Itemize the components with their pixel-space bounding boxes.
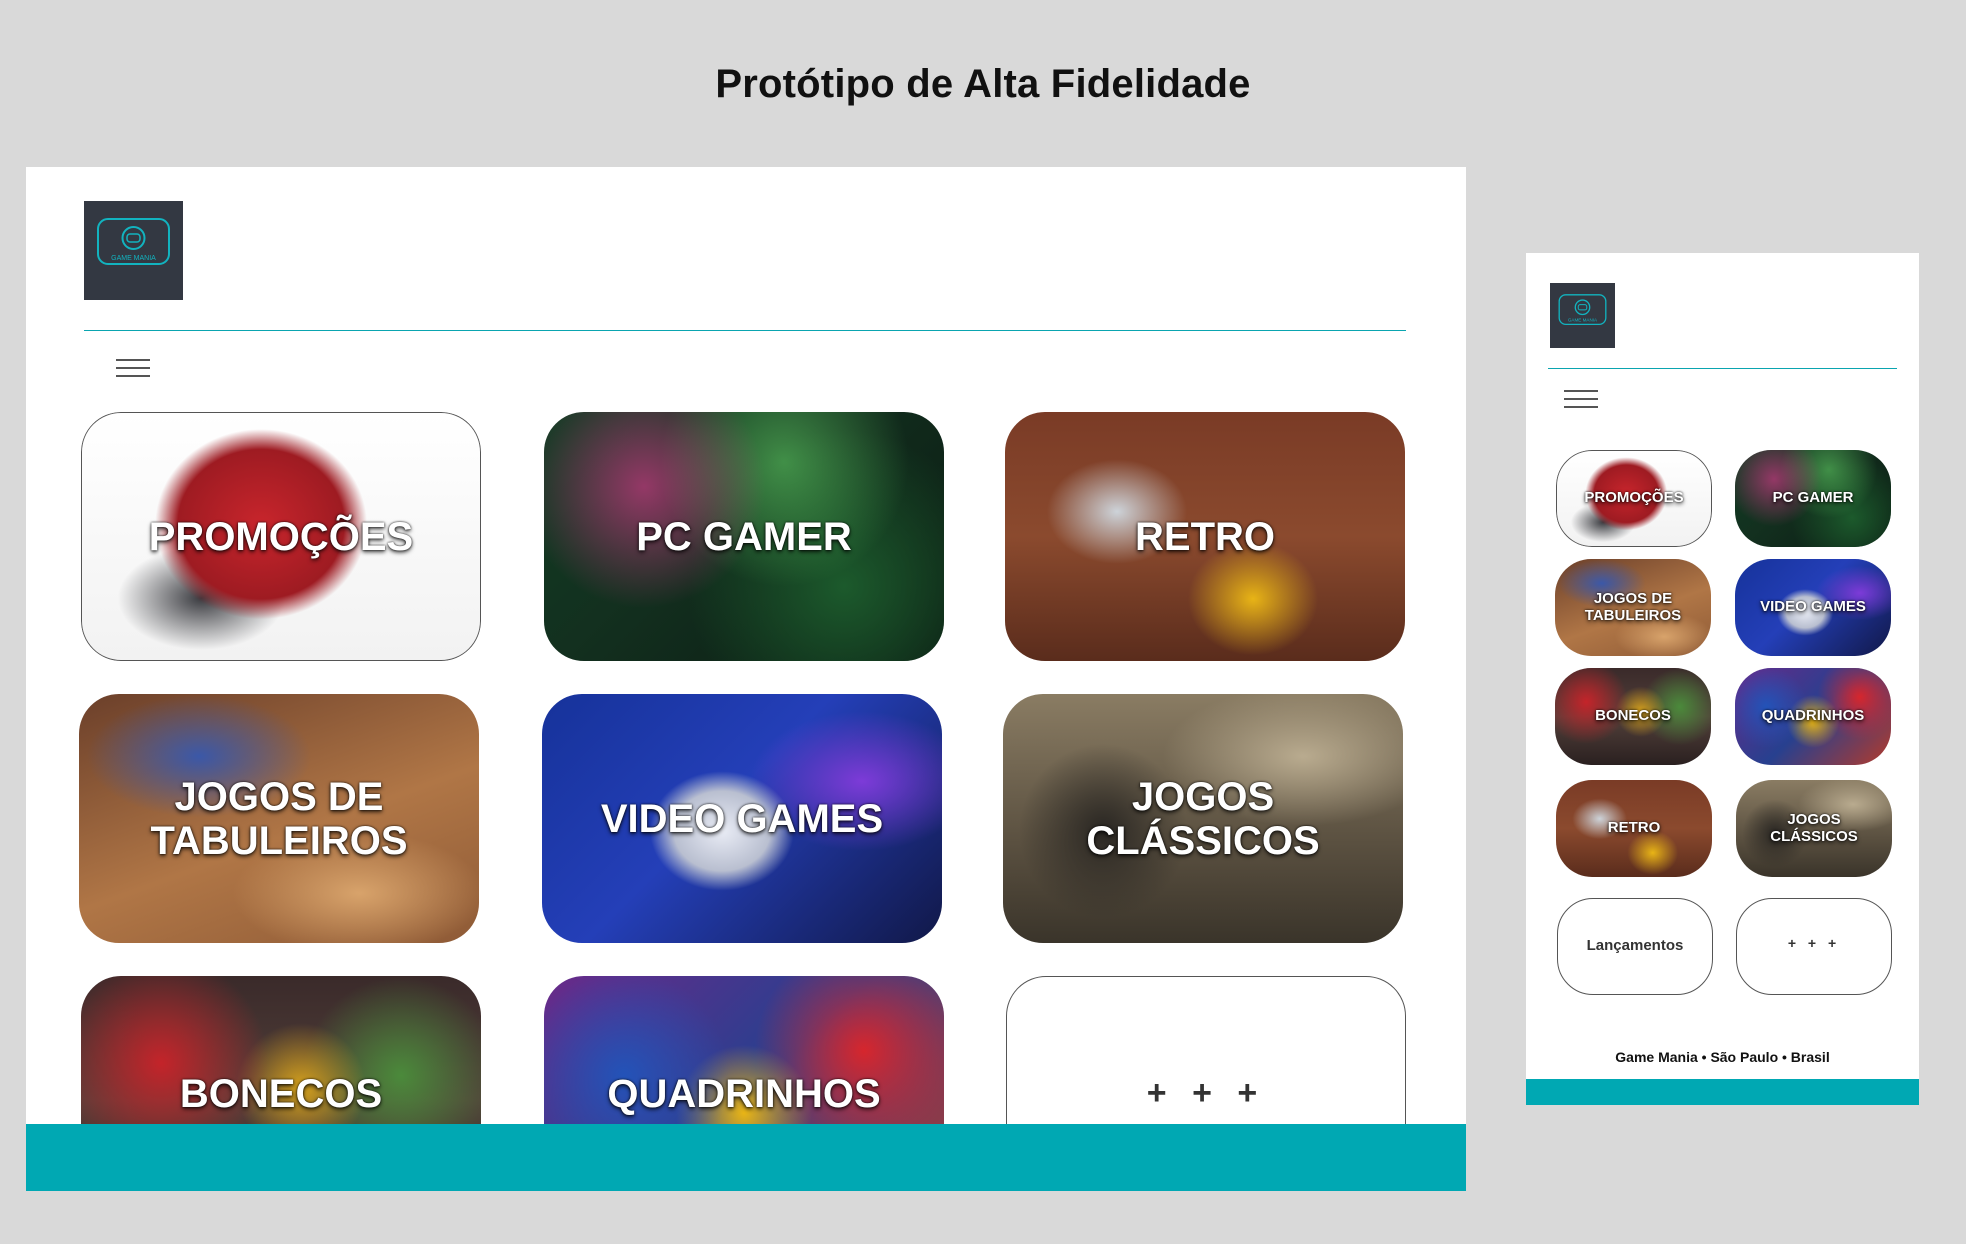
tile-mais[interactable]: + + +: [1736, 898, 1892, 995]
tile-label: JOGOS CLÁSSICOS: [1086, 774, 1320, 863]
tile-classicos[interactable]: JOGOS CLÁSSICOS: [1003, 694, 1403, 943]
desktop-frame: GAME MANIA PROMOÇÕES PC GAMER RETRO JOGO…: [26, 167, 1466, 1191]
tile-label: RETRO: [1607, 819, 1661, 837]
logo-text: GAME MANIA: [1568, 318, 1598, 323]
tile-label: VIDEO GAMES: [1760, 598, 1866, 616]
footer-text: Game Mania • São Paulo • Brasil: [1615, 1049, 1830, 1065]
header-divider: [84, 330, 1406, 331]
page-title: Protótipo de Alta Fidelidade: [715, 62, 1251, 106]
tile-label: Lançamentos: [1586, 937, 1684, 955]
footer-bar: [1526, 1079, 1919, 1105]
tile-promocoes[interactable]: PROMOÇÕES: [81, 412, 481, 661]
tile-videogames[interactable]: VIDEO GAMES: [1735, 559, 1891, 656]
logo[interactable]: GAME MANIA: [84, 201, 183, 300]
tile-label: PROMOÇÕES: [148, 514, 414, 559]
tile-pcgamer[interactable]: PC GAMER: [544, 412, 944, 661]
tile-retro[interactable]: RETRO: [1556, 780, 1712, 877]
tile-label: JOGOS DE TABULEIROS: [150, 774, 408, 863]
tile-label: PC GAMER: [636, 514, 852, 559]
tile-label: QUADRINHOS: [1761, 707, 1865, 725]
game-mania-logo-icon: GAME MANIA: [84, 201, 183, 300]
logo[interactable]: GAME MANIA: [1550, 283, 1615, 348]
tile-tabuleiros[interactable]: JOGOS DE TABULEIROS: [1555, 559, 1711, 656]
tile-retro[interactable]: RETRO: [1005, 412, 1405, 661]
hamburger-menu-icon[interactable]: [116, 359, 150, 379]
tile-label: PROMOÇÕES: [1584, 489, 1684, 507]
mobile-frame: GAME MANIA PROMOÇÕES PC GAMER JOGOS DE T…: [1526, 253, 1919, 1105]
tile-tabuleiros[interactable]: JOGOS DE TABULEIROS: [79, 694, 479, 943]
header-divider: [1548, 368, 1897, 369]
tile-label: RETRO: [1135, 514, 1275, 559]
game-mania-logo-icon: GAME MANIA: [1550, 283, 1615, 348]
tile-pcgamer[interactable]: PC GAMER: [1735, 450, 1891, 547]
tile-label: VIDEO GAMES: [600, 796, 884, 841]
more-plus-icon: + + +: [1787, 934, 1841, 951]
footer-bar: [26, 1124, 1466, 1191]
tile-promocoes[interactable]: PROMOÇÕES: [1556, 450, 1712, 547]
hamburger-menu-icon[interactable]: [1564, 390, 1598, 408]
tile-label: JOGOS DE TABULEIROS: [1584, 590, 1682, 624]
tile-lancamentos[interactable]: Lançamentos: [1557, 898, 1713, 995]
tile-classicos[interactable]: JOGOS CLÁSSICOS: [1736, 780, 1892, 877]
tile-quadrinhos[interactable]: QUADRINHOS: [1735, 668, 1891, 765]
logo-text: GAME MANIA: [111, 255, 156, 262]
tile-videogames[interactable]: VIDEO GAMES: [542, 694, 942, 943]
tile-label: BONECOS: [1595, 707, 1671, 725]
tile-label: PC GAMER: [1772, 489, 1854, 507]
tile-bonecos[interactable]: BONECOS: [1555, 668, 1711, 765]
tile-label: JOGOS CLÁSSICOS: [1770, 811, 1858, 845]
